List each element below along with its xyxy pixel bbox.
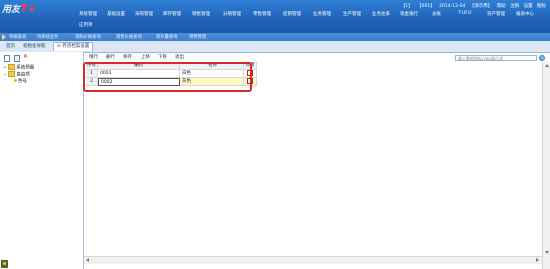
menu-tufo[interactable]: T-UFO (458, 11, 471, 16)
move-up-button[interactable]: 上移 (141, 54, 150, 60)
menu-promotion[interactable]: 促销管理 (283, 11, 301, 17)
menu-sales[interactable]: 销售管理 (192, 11, 210, 17)
menu-assets[interactable]: 资产管理 (487, 11, 505, 17)
settings-link[interactable]: 设置 (524, 4, 533, 9)
delete-row-button[interactable]: 删行 (106, 54, 115, 60)
edit-node-icon[interactable] (14, 55, 20, 62)
app-logo: 用友T+ (2, 2, 76, 22)
search-icon[interactable] (539, 55, 545, 61)
login-date: 2014-12-04 (439, 4, 466, 9)
tree-item-system-preset[interactable]: + 系统预置 (3, 64, 34, 71)
menu-cash-bank[interactable]: 现金银行 (400, 11, 418, 17)
menu-distribution[interactable]: 分销管理 (223, 11, 241, 17)
menu-retail[interactable]: 零售管理 (253, 11, 271, 17)
vertical-scrollbar[interactable] (542, 62, 550, 269)
quicklink-pending-review[interactable]: 待审核业务 (37, 34, 58, 40)
delete-node-icon[interactable]: ✕ (23, 54, 29, 60)
tab-inventory-settings[interactable]: ⊙ 存货档案设置 (53, 42, 94, 51)
menu-ledger[interactable]: 总账 (432, 11, 441, 17)
tree-item-label: 自由项 (16, 72, 30, 78)
menu-business[interactable]: 业务管理 (313, 11, 331, 17)
scroll-up-icon[interactable] (545, 64, 549, 67)
menu-reports[interactable]: 报表中心 (516, 11, 534, 17)
filter-input[interactable]: 输入数据指标/vba键过滤 (455, 55, 537, 61)
quicklink-purchase-price[interactable]: 采购价格查询 (75, 34, 101, 40)
user-name: 【演示用】 (469, 4, 493, 9)
user-info: 【1】 【001】 2014-12-04 【演示用】 帮助 注销 设置 图标 (398, 3, 546, 9)
logo-text: 用友 (2, 5, 21, 15)
quicklink-stock-query[interactable]: 现存量查询 (156, 34, 177, 40)
account-code: 【1】 (400, 4, 413, 9)
help-link[interactable]: 帮助 (497, 4, 506, 9)
tab-init-nav[interactable]: 初始化导航 (20, 43, 49, 51)
collapse-icon[interactable]: − (3, 73, 7, 78)
horizontal-scrollbar[interactable] (84, 256, 542, 264)
save-button[interactable]: 保存 (123, 54, 132, 60)
quicklink-doc-query[interactable]: 单据查询 (9, 34, 26, 40)
highlight-box (83, 62, 252, 92)
status-icon[interactable] (1, 260, 8, 268)
new-node-icon[interactable] (4, 55, 10, 62)
scroll-right-icon[interactable] (536, 258, 539, 262)
tree-item-free-items[interactable]: − 自由项 (3, 71, 30, 78)
quicklink-sales-price[interactable]: 销售价格查询 (116, 34, 142, 40)
scroll-left-icon[interactable] (86, 258, 89, 262)
operator-code: 【001】 (417, 4, 435, 9)
folder-icon (8, 71, 16, 77)
home-link[interactable]: 图标 (537, 4, 546, 9)
folder-icon (8, 64, 16, 70)
tree-item-color-no[interactable]: 色号 (14, 78, 27, 84)
left-tree-panel: ✕ + 系统预置 − 自由项 色号 (0, 52, 84, 269)
menu-dealings[interactable]: 业务往来 (372, 11, 390, 17)
menu-purchase[interactable]: 采购管理 (135, 11, 153, 17)
menu-system[interactable]: 系统管理 (79, 11, 97, 17)
add-row-button[interactable]: 增行 (89, 54, 98, 60)
menu-basic-settings[interactable]: 基础设置 (107, 11, 125, 17)
tab-home[interactable]: 首页 (3, 43, 18, 51)
top-header: 用友T+ 系统管理 基础设置 采购管理 库存管理 销售管理 分销管理 零售管理 … (0, 0, 550, 33)
menu-production[interactable]: 生产管理 (343, 11, 361, 17)
logout-link[interactable]: 注销 (510, 4, 519, 9)
quicklinks-arrow-icon (2, 34, 6, 40)
quicklink-alerts[interactable]: 预警管理 (189, 34, 206, 40)
scroll-down-icon[interactable] (545, 251, 549, 254)
status-dot-icon (3, 262, 6, 265)
leaf-icon (14, 79, 17, 82)
quick-links-bar: 单据查询 待审核业务 采购价格查询 销售价格查询 现存量查询 预警管理 (0, 33, 550, 41)
move-down-button[interactable]: 下移 (158, 54, 167, 60)
exit-button[interactable]: 退出 (175, 54, 184, 60)
expand-icon[interactable]: + (3, 66, 7, 71)
tree-item-label: 系统预置 (16, 65, 35, 71)
menu-inventory[interactable]: 库存管理 (163, 11, 181, 17)
logo-mark: T+ (20, 2, 37, 15)
tree-item-label: 色号 (18, 79, 27, 84)
menu-applications[interactable]: 应用项 (79, 22, 93, 28)
